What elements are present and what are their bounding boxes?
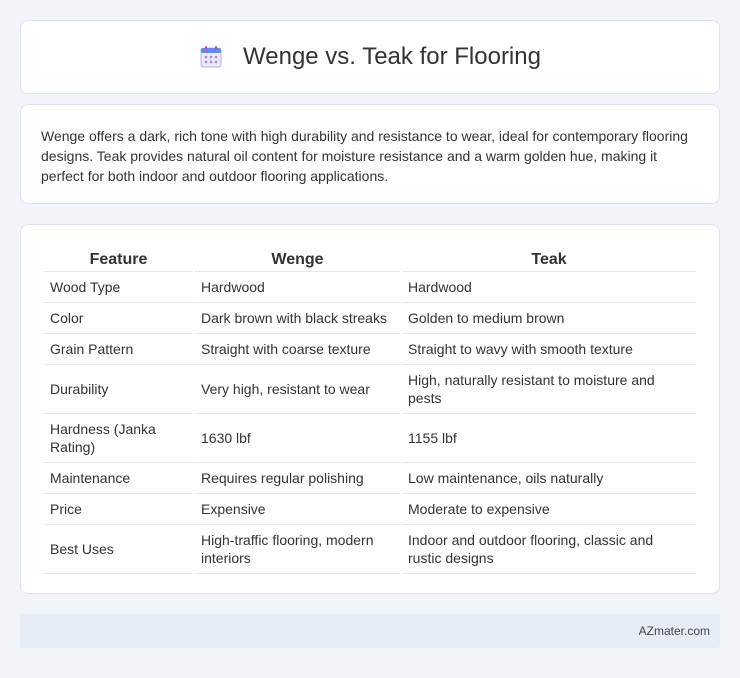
table-cell: High-traffic flooring, modern interiors	[195, 524, 400, 574]
table-cell: Grain Pattern	[44, 333, 193, 364]
table-cell: Wood Type	[44, 271, 193, 302]
table-cell: Dark brown with black streaks	[195, 302, 400, 333]
comparison-table-card: Feature Wenge Teak Wood Type Hardwood Ha…	[20, 224, 720, 594]
footer-site-link[interactable]: AZmater.com	[639, 624, 710, 638]
table-cell: Price	[44, 493, 193, 524]
table-row: Price Expensive Moderate to expensive	[44, 493, 696, 524]
table-row: Durability Very high, resistant to wear …	[44, 364, 696, 413]
page: Wenge vs. Teak for Flooring Wenge offers…	[0, 0, 740, 678]
page-title: Wenge vs. Teak for Flooring	[243, 43, 541, 70]
table-cell: High, naturally resistant to moisture an…	[402, 364, 696, 413]
intro-card: Wenge offers a dark, rich tone with high…	[20, 104, 720, 204]
table-cell: Very high, resistant to wear	[195, 364, 400, 413]
table-row: Color Dark brown with black streaks Gold…	[44, 302, 696, 333]
table-cell: Straight to wavy with smooth texture	[402, 333, 696, 364]
table-cell: Hardness (Janka Rating)	[44, 413, 193, 462]
table-cell: Color	[44, 302, 193, 333]
footer-bar: AZmater.com	[20, 614, 720, 648]
table-cell: 1155 lbf	[402, 413, 696, 462]
table-row: Wood Type Hardwood Hardwood	[44, 271, 696, 302]
column-header-feature: Feature	[89, 251, 148, 268]
table-cell: Moderate to expensive	[402, 493, 696, 524]
table-cell: Low maintenance, oils naturally	[402, 462, 696, 493]
table-row: Maintenance Requires regular polishing L…	[44, 462, 696, 493]
calendar-icon	[199, 45, 223, 69]
table-row: Grain Pattern Straight with coarse textu…	[44, 333, 696, 364]
table-cell: Requires regular polishing	[195, 462, 400, 493]
table-cell: Golden to medium brown	[402, 302, 696, 333]
table-cell: Hardwood	[195, 271, 400, 302]
table-cell: Best Uses	[44, 524, 193, 574]
column-header-teak: Teak	[531, 251, 567, 268]
table-cell: Maintenance	[44, 462, 193, 493]
table-cell: Hardwood	[402, 271, 696, 302]
header-card: Wenge vs. Teak for Flooring	[20, 20, 720, 94]
table-cell: Durability	[44, 364, 193, 413]
table-header-row: Feature Wenge Teak	[44, 245, 696, 271]
table-cell: 1630 lbf	[195, 413, 400, 462]
table-row: Hardness (Janka Rating) 1630 lbf 1155 lb…	[44, 413, 696, 462]
column-header-wenge: Wenge	[271, 251, 324, 268]
intro-text: Wenge offers a dark, rich tone with high…	[41, 128, 688, 184]
comparison-table: Feature Wenge Teak Wood Type Hardwood Ha…	[42, 245, 698, 574]
table-cell: Expensive	[195, 493, 400, 524]
table-cell: Indoor and outdoor flooring, classic and…	[402, 524, 696, 574]
table-row: Best Uses High-traffic flooring, modern …	[44, 524, 696, 574]
table-cell: Straight with coarse texture	[195, 333, 400, 364]
